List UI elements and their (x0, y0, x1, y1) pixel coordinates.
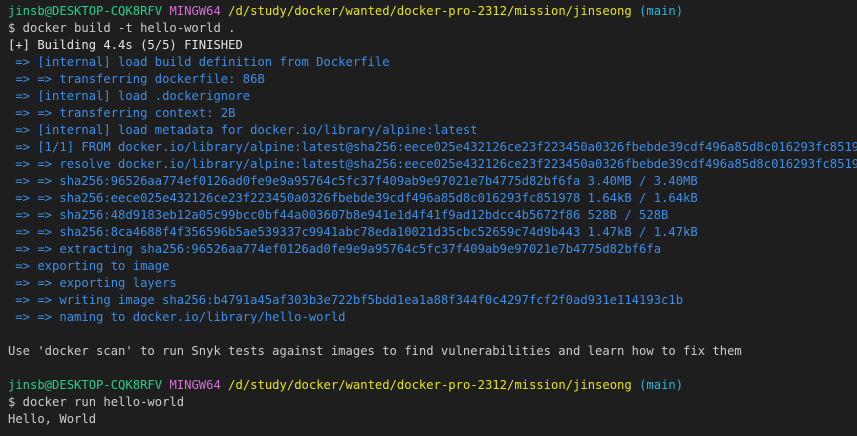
prompt-user: jinsb@DESKTOP-CQK8RFV (8, 378, 163, 392)
prompt-line: jinsb@DESKTOP-CQK8RFV MINGW64 /d/study/d… (8, 3, 857, 20)
build-step-line: => => resolve docker.io/library/alpine:l… (8, 157, 857, 171)
terminal[interactable]: jinsb@DESKTOP-CQK8RFV MINGW64 /d/study/d… (0, 0, 857, 436)
build-step-line: => => extracting sha256:96526aa774ef0126… (8, 242, 662, 256)
build-header: [+] Building 4.4s (5/5) FINISHED (8, 38, 243, 52)
prompt-user: jinsb@DESKTOP-CQK8RFV (8, 4, 163, 18)
prompt-path: /d/study/docker/wanted/docker-pro-2312/m… (228, 378, 632, 392)
build-step-line: => [1/1] FROM docker.io/library/alpine:l… (8, 140, 857, 154)
prompt-branch: (main) (639, 4, 684, 18)
build-step-line: => => sha256:eece025e432126ce23f223450a0… (8, 191, 698, 205)
build-step-line: => => sha256:96526aa774ef0126ad0fe9e9a95… (8, 174, 698, 188)
prompt-branch: (main) (639, 378, 684, 392)
scan-message: Use 'docker scan' to run Snyk tests agai… (8, 344, 742, 358)
build-step-line: => => transferring dockerfile: 86B (8, 72, 265, 86)
prompt-path: /d/study/docker/wanted/docker-pro-2312/m… (228, 4, 632, 18)
build-step-line: => => sha256:48d9183eb12a05c99bcc0bf44a0… (8, 208, 669, 222)
build-step-line: => => exporting layers (8, 276, 177, 290)
build-step-line: => => sha256:8ca4688f4f356596b5ae539337c… (8, 225, 698, 239)
program-output: Hello, World (8, 412, 97, 426)
build-step-line: => => transferring context: 2B (8, 105, 857, 122)
build-step-line: => [internal] load metadata for docker.i… (8, 123, 478, 137)
command-line: $ docker run hello-world (8, 395, 185, 409)
build-step-line: => => writing image sha256:b4791a45af303… (8, 293, 684, 307)
prompt-line: jinsb@DESKTOP-CQK8RFV MINGW64 /d/study/d… (8, 377, 857, 394)
build-step-line: => exporting to image (8, 259, 170, 273)
build-step-line: => => naming to docker.io/library/hello-… (8, 310, 346, 324)
prompt-shell: MINGW64 (169, 4, 221, 18)
command-line: $ docker build -t hello-world . (8, 21, 236, 35)
build-step-line: => [internal] load .dockerignore (8, 89, 251, 103)
build-step-text: => => transferring context: 2B (8, 106, 236, 120)
prompt-shell: MINGW64 (169, 378, 221, 392)
build-step-line: => [internal] load build definition from… (8, 55, 390, 69)
